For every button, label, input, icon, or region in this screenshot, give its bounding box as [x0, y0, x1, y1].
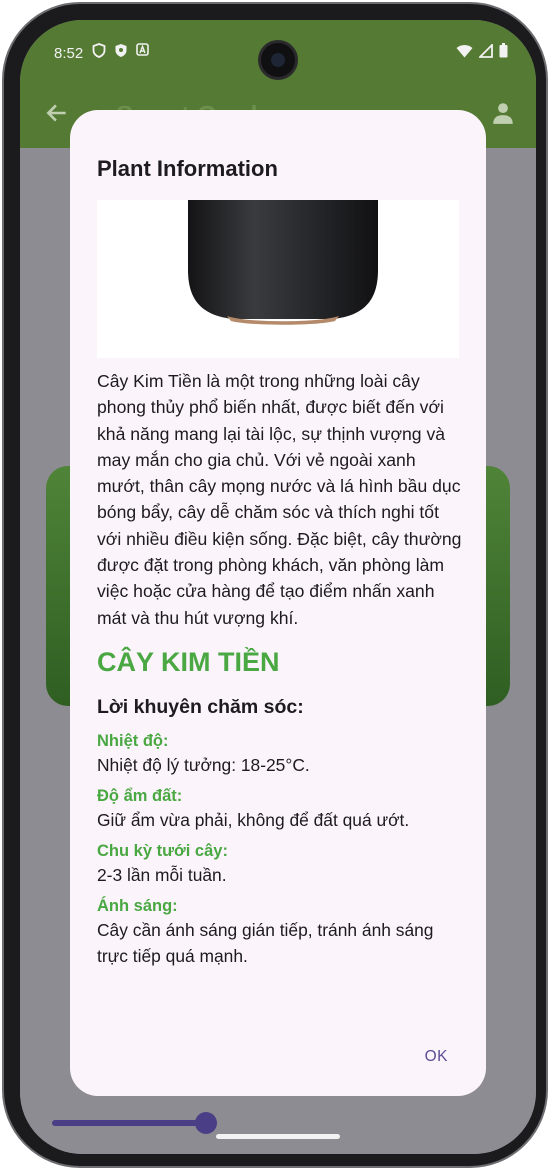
plant-image: [97, 200, 459, 358]
care-item-light: Ánh sáng: Cây cần ánh sáng gián tiếp, tr…: [97, 895, 465, 969]
person-icon[interactable]: [490, 100, 516, 126]
status-icons-right: [456, 43, 508, 58]
signal-icon: [479, 43, 493, 58]
shield-outline-icon: [92, 43, 106, 58]
care-label: Độ ẩm đất:: [97, 786, 183, 805]
plant-name: CÂY KIM TIỀN: [97, 646, 280, 677]
screen: 8:52 Smart Garden Plant Information: [20, 20, 536, 1154]
care-value: Giữ ẩm vừa phải, không để đất quá ướt.: [97, 809, 410, 830]
plant-info-dialog: Plant Information Cây Kim Tiền là một tr…: [70, 110, 486, 1096]
wifi-icon: [456, 44, 473, 57]
care-item-soil-moisture: Độ ẩm đất: Giữ ẩm vừa phải, không để đất…: [97, 785, 465, 833]
dialog-content: Cây Kim Tiền là một trong những loài cây…: [97, 368, 465, 976]
care-label: Nhiệt độ:: [97, 731, 169, 750]
care-heading: Lời khuyên chăm sóc:: [97, 695, 304, 718]
care-label: Chu kỳ tưới cây:: [97, 841, 228, 860]
care-value: Cây cần ánh sáng gián tiếp, tránh ánh sá…: [97, 919, 434, 966]
background-slider-track: [52, 1120, 212, 1126]
dialog-title: Plant Information: [97, 156, 278, 181]
care-label: Ánh sáng:: [97, 896, 178, 915]
care-value: Nhiệt độ lý tưởng: 18-25°C.: [97, 754, 310, 775]
home-indicator[interactable]: [216, 1134, 340, 1139]
plant-pot-photo: [188, 200, 378, 325]
battery-icon: [499, 43, 508, 58]
phone-frame: 8:52 Smart Garden Plant Information: [2, 2, 548, 1168]
arrow-back-icon[interactable]: [44, 100, 70, 126]
status-bar: 8:52: [20, 20, 536, 80]
shield-filled-icon: [115, 44, 127, 57]
background-slider-thumb: [195, 1112, 217, 1134]
status-time: 8:52: [54, 45, 84, 62]
care-item-watering-cycle: Chu kỳ tưới cây: 2-3 lần mỗi tuần.: [97, 840, 465, 888]
care-item-temperature: Nhiệt độ: Nhiệt độ lý tưởng: 18-25°C.: [97, 730, 465, 778]
care-value: 2-3 lần mỗi tuần.: [97, 864, 227, 885]
front-camera: [258, 40, 298, 80]
a-square-icon: [136, 43, 149, 56]
status-icons-left: [92, 43, 149, 58]
plant-description: Cây Kim Tiền là một trong những loài cây…: [97, 371, 462, 628]
care-list: Nhiệt độ: Nhiệt độ lý tưởng: 18-25°C. Độ…: [97, 730, 465, 969]
ok-button[interactable]: OK: [425, 1048, 448, 1066]
